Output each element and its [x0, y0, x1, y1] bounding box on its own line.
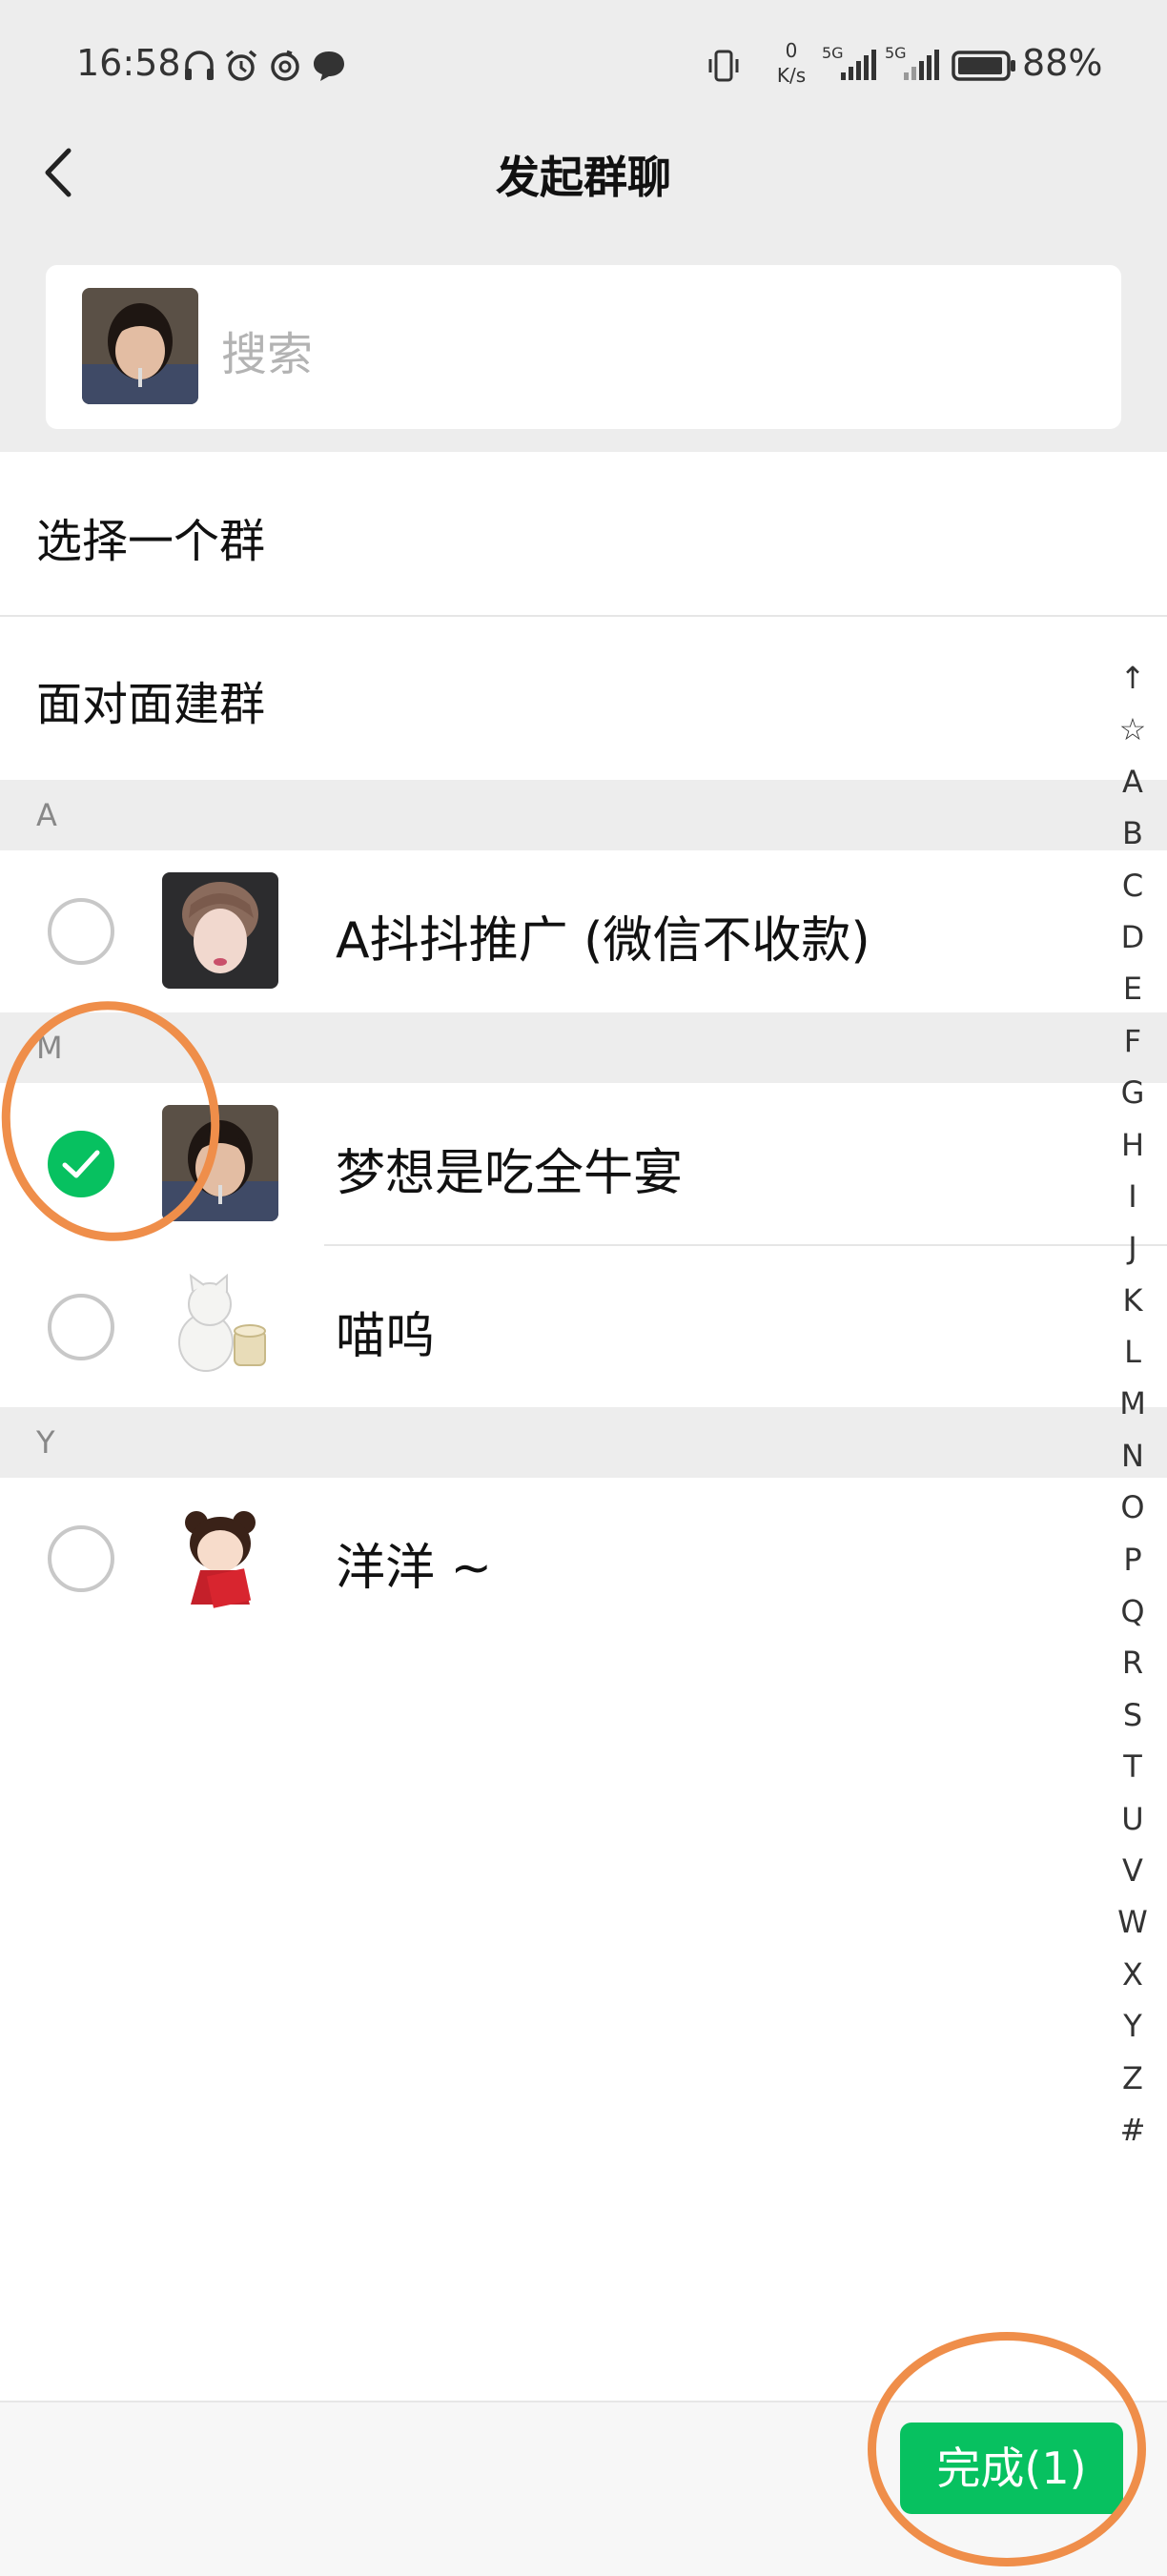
signal-bars-icon	[904, 50, 939, 80]
battery-icon	[952, 51, 1015, 81]
index-letter[interactable]: G	[1098, 1067, 1167, 1118]
annotation-circle-done	[868, 2332, 1146, 2566]
index-letter[interactable]: H	[1098, 1119, 1167, 1171]
headphones-icon	[185, 51, 214, 80]
contact-avatar	[162, 1268, 278, 1384]
index-letter[interactable]: W	[1098, 1896, 1167, 1948]
select-radio[interactable]	[48, 898, 114, 965]
contact-name: 洋洋 ~	[336, 1540, 493, 1597]
index-letter[interactable]: K	[1098, 1275, 1167, 1326]
contact-name: A抖抖推广 (微信不收款)	[336, 912, 870, 970]
index-letter[interactable]: ☆	[1098, 704, 1167, 755]
chat-bubble-icon	[314, 51, 344, 81]
index-letter[interactable]: D	[1098, 911, 1167, 963]
index-letter[interactable]: L	[1098, 1326, 1167, 1378]
network-speed: 0 K/s	[776, 39, 807, 87]
index-letter[interactable]: S	[1098, 1689, 1167, 1741]
index-letter[interactable]: E	[1098, 963, 1167, 1014]
index-letter[interactable]: U	[1098, 1793, 1167, 1845]
index-letter[interactable]: B	[1098, 808, 1167, 859]
face-to-face-label: 面对面建群	[36, 678, 266, 731]
index-letter[interactable]: J	[1098, 1222, 1167, 1274]
index-letter[interactable]: A	[1098, 756, 1167, 808]
index-letter[interactable]: N	[1098, 1430, 1167, 1482]
section-header-a: A	[0, 780, 1167, 850]
index-letter[interactable]: ↑	[1098, 652, 1167, 704]
battery-percent: 88%	[1022, 42, 1103, 84]
vibrate-icon	[708, 50, 739, 82]
index-letter[interactable]: P	[1098, 1534, 1167, 1585]
index-letter[interactable]: I	[1098, 1171, 1167, 1222]
index-letter[interactable]: R	[1098, 1637, 1167, 1688]
selected-member-avatar[interactable]	[82, 288, 198, 404]
section-letter: Y	[36, 1424, 55, 1461]
section-letter: A	[36, 797, 57, 833]
contact-row[interactable]: A抖抖推广 (微信不收款)	[0, 850, 1167, 1012]
page-title: 发起群聊	[496, 152, 671, 203]
index-letter[interactable]: T	[1098, 1741, 1167, 1792]
contact-avatar	[162, 872, 278, 989]
select-group-row[interactable]: 选择一个群	[0, 454, 1167, 616]
index-letter[interactable]: Y	[1098, 2000, 1167, 2052]
select-radio[interactable]	[48, 1294, 114, 1360]
face-to-face-group-row[interactable]: 面对面建群	[0, 617, 1167, 779]
contact-row[interactable]: 洋洋 ~	[0, 1478, 1167, 1640]
index-letter[interactable]: O	[1098, 1482, 1167, 1533]
section-header-y: Y	[0, 1407, 1167, 1478]
signal-bars-icon	[841, 50, 876, 80]
index-letter[interactable]: M	[1098, 1378, 1167, 1429]
select-radio[interactable]	[48, 1525, 114, 1592]
contact-avatar	[162, 1500, 278, 1616]
index-letter[interactable]: Z	[1098, 2053, 1167, 2104]
music-app-icon	[271, 50, 299, 81]
alphabet-index-bar[interactable]: ↑ ☆ A B C D E F G H I J K L M N O P Q R S T U V W X Y Z #	[1098, 652, 1167, 2156]
index-letter[interactable]: F	[1098, 1015, 1167, 1067]
select-group-label: 选择一个群	[36, 515, 266, 568]
status-time: 16:58	[76, 42, 181, 84]
index-letter[interactable]: #	[1098, 2104, 1167, 2156]
index-letter[interactable]: C	[1098, 860, 1167, 911]
index-letter[interactable]: Q	[1098, 1585, 1167, 1637]
contact-row[interactable]: 喵呜	[0, 1246, 1167, 1408]
index-letter[interactable]: V	[1098, 1845, 1167, 1896]
contact-name: 喵呜	[336, 1308, 436, 1365]
search-input[interactable]	[46, 265, 1121, 429]
contact-name: 梦想是吃全牛宴	[336, 1145, 684, 1202]
index-letter[interactable]: X	[1098, 1949, 1167, 2000]
alarm-icon	[225, 50, 257, 81]
search-placeholder: 搜索	[221, 328, 314, 381]
